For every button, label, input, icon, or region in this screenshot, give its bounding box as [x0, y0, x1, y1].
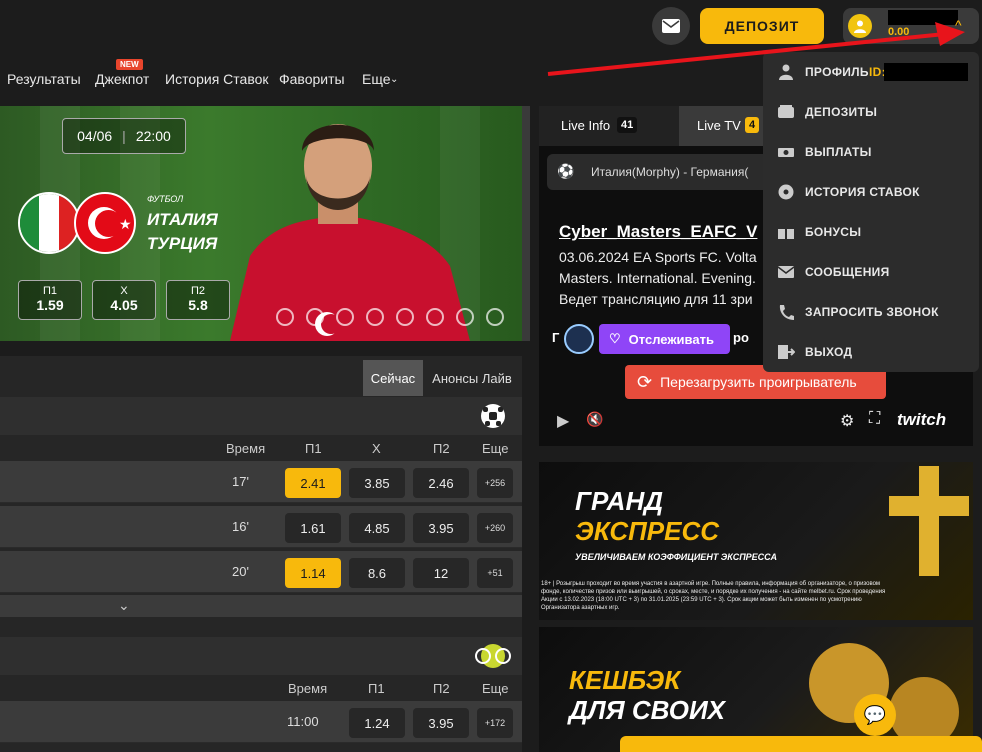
annotation-arrow: [547, 22, 965, 76]
